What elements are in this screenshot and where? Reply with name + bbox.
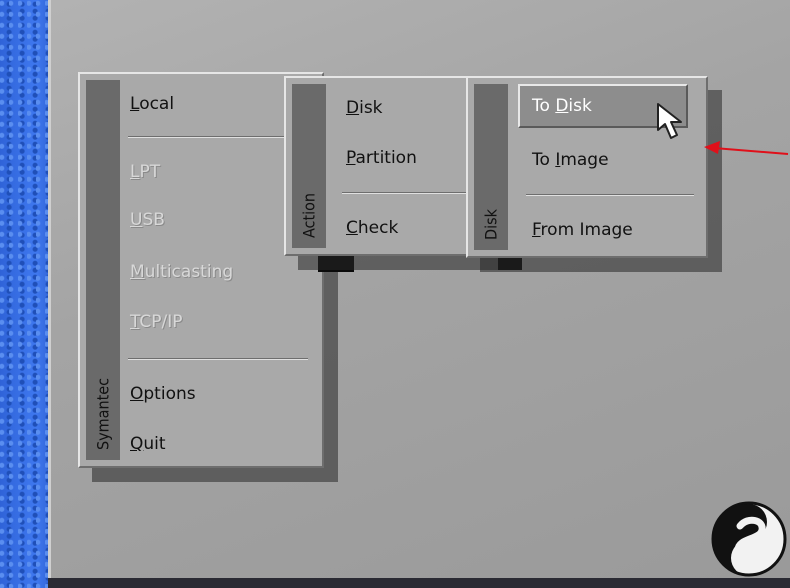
menu-item-to-image[interactable]: To Image: [532, 150, 609, 170]
menu-item-check[interactable]: Check: [346, 218, 398, 238]
action-menu-title: Action: [299, 192, 319, 238]
menu-separator: [342, 192, 482, 194]
menu-item-quit[interactable]: Quit: [130, 434, 166, 454]
red-arrow-icon: [704, 141, 789, 155]
shadow-block: [318, 254, 354, 272]
shadow-block: [498, 256, 522, 270]
menu-separator: [128, 136, 308, 138]
menu-item-local[interactable]: Local: [130, 94, 174, 114]
mouse-pointer-icon: [657, 103, 682, 139]
disk-menu-title-bar: Disk: [474, 84, 508, 250]
menu-item-partition[interactable]: Partition: [346, 148, 417, 168]
bottom-strip: [48, 578, 790, 588]
disk-menu-title: Disk: [481, 209, 501, 240]
action-menu: Action Disk Partition Check: [284, 76, 496, 256]
menu-item-options[interactable]: Options: [130, 384, 196, 404]
menu-item-to-disk[interactable]: To Disk: [532, 96, 592, 116]
menu-item-multicasting: Multicasting: [130, 262, 234, 282]
symantec-menu-title-bar: Symantec: [86, 80, 120, 460]
menu-item-lpt: LPT: [130, 162, 161, 182]
menu-item-from-image[interactable]: From Image: [532, 220, 633, 240]
menu-separator: [526, 194, 694, 196]
symantec-menu-title: Symantec: [93, 377, 113, 450]
menu-separator: [128, 358, 308, 360]
menu-item-tcpip: TCP/IP: [130, 312, 183, 332]
menu-item-usb: USB: [130, 210, 165, 230]
menu-item-disk[interactable]: Disk: [346, 98, 383, 118]
symantec-logo-icon: [711, 501, 787, 577]
action-menu-title-bar: Action: [292, 84, 326, 248]
